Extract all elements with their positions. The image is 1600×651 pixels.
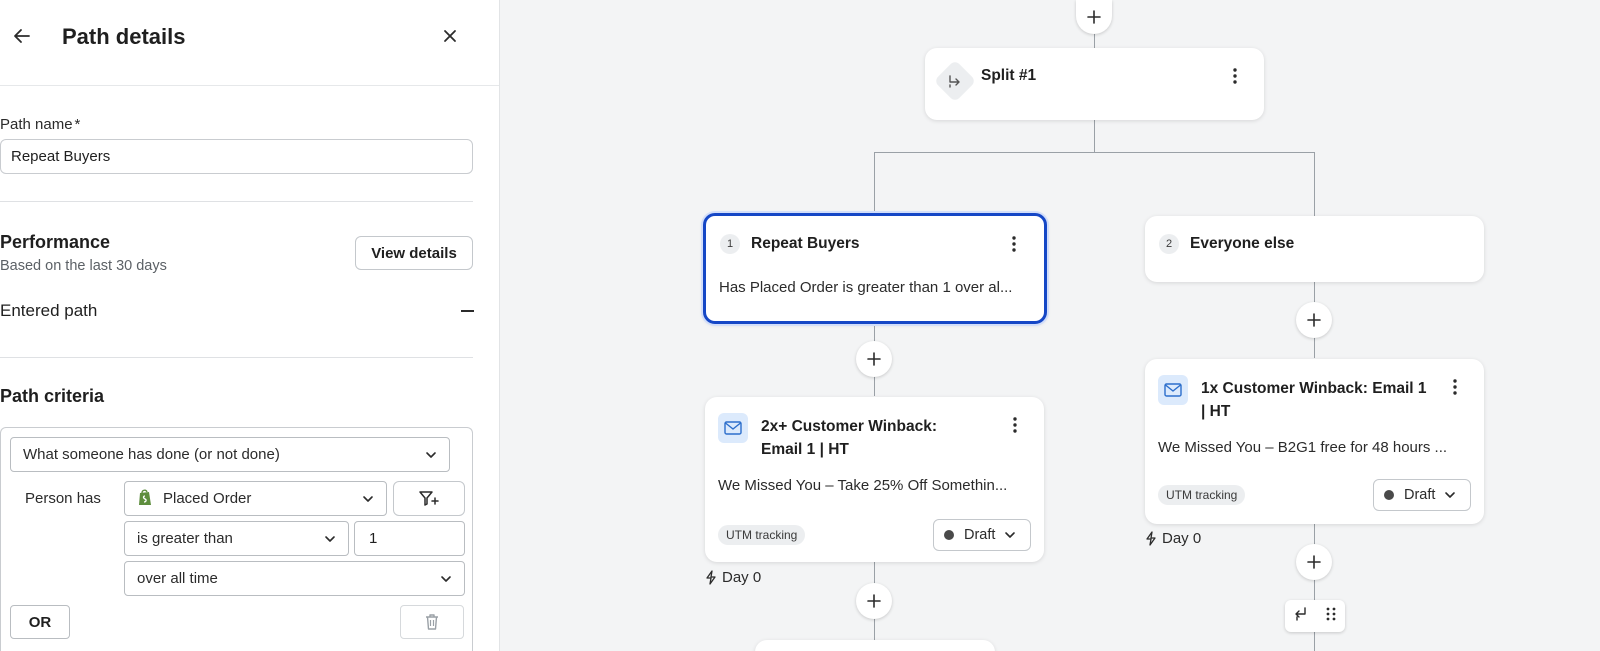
- branch-title: Everyone else: [1190, 235, 1295, 252]
- chevron-down-icon: [441, 575, 451, 582]
- chevron-down-icon: [1005, 532, 1016, 538]
- email-title: 1x Customer Winback: Email 1 | HT: [1201, 377, 1427, 423]
- divider: [0, 357, 473, 358]
- view-details-button[interactable]: View details: [355, 236, 473, 270]
- add-step-button[interactable]: [1296, 544, 1332, 580]
- entered-path-label: Entered path: [0, 301, 98, 320]
- metric-value: Placed Order: [163, 490, 252, 507]
- email-subject: We Missed You – B2G1 free for 48 hours .…: [1158, 439, 1448, 456]
- split-icon: [933, 59, 977, 103]
- required-mark: *: [74, 116, 81, 133]
- connector-line: [1094, 120, 1095, 153]
- plus-icon: [1307, 313, 1321, 327]
- status-dot: [1384, 490, 1394, 500]
- timeframe-value: over all time: [137, 570, 218, 587]
- day-text: Day 0: [722, 569, 762, 586]
- branch-description: Has Placed Order is greater than 1 over …: [719, 279, 1013, 296]
- branch-number-badge: 1: [720, 234, 740, 254]
- branch-icon[interactable]: [1293, 606, 1309, 627]
- plus-icon: [1087, 10, 1101, 24]
- kebab-icon[interactable]: [1004, 232, 1024, 256]
- add-step-button[interactable]: [856, 583, 892, 619]
- delay-day-label: Day 0: [1145, 530, 1201, 547]
- divider: [0, 201, 473, 202]
- status-dropdown[interactable]: Draft: [933, 519, 1031, 551]
- plus-icon: [867, 352, 881, 366]
- add-step-button[interactable]: [1296, 302, 1332, 338]
- drag-handle-icon[interactable]: [1325, 606, 1337, 627]
- status-label: Draft: [1404, 487, 1436, 503]
- chevron-down-icon: [325, 535, 335, 542]
- plus-icon: [867, 594, 881, 608]
- lightning-icon: [706, 570, 716, 585]
- operator-value: is greater than: [137, 530, 233, 547]
- branch-toolbar: [1285, 600, 1345, 632]
- email-title-line: 1x Customer Winback: Email 1: [1201, 380, 1427, 397]
- email-card[interactable]: 1x Customer Winback: Email 1 | HT We Mis…: [1145, 359, 1484, 524]
- lightning-icon: [1146, 531, 1156, 546]
- kebab-icon[interactable]: [1225, 64, 1245, 88]
- connector-line: [874, 152, 1315, 153]
- chevron-down-icon: [1445, 492, 1456, 498]
- add-filter-button[interactable]: [393, 481, 465, 516]
- panel-title: Path details: [62, 24, 186, 49]
- status-label: Draft: [964, 527, 996, 543]
- performance-subtitle: Based on the last 30 days: [0, 258, 167, 274]
- kebab-icon[interactable]: [1445, 375, 1465, 399]
- utm-tracking-tag: UTM tracking: [1158, 485, 1246, 505]
- mail-icon: [718, 413, 748, 443]
- email-title-line: 2x+ Customer Winback:: [761, 418, 938, 435]
- chevron-down-icon: [363, 495, 373, 502]
- path-name-input[interactable]: [0, 139, 473, 174]
- add-step-button[interactable]: [856, 341, 892, 377]
- email-title: 2x+ Customer Winback: Email 1 | HT: [761, 415, 937, 461]
- delete-condition-button[interactable]: [400, 605, 464, 639]
- branch-card-everyone-else[interactable]: 2 Everyone else: [1145, 216, 1484, 282]
- shopify-icon: [137, 488, 153, 510]
- operator-select[interactable]: is greater than: [124, 521, 349, 556]
- day-text: Day 0: [1162, 530, 1202, 547]
- value-input[interactable]: [354, 521, 465, 556]
- utm-tracking-tag: UTM tracking: [718, 525, 806, 545]
- path-details-panel: Path details Path name* Performance Base…: [0, 0, 500, 651]
- email-card[interactable]: 2x+ Customer Winback: Email 1 | HT We Mi…: [705, 397, 1044, 562]
- next-step-card[interactable]: [755, 640, 995, 651]
- or-button[interactable]: OR: [10, 605, 70, 639]
- metric-select[interactable]: Placed Order: [124, 481, 387, 516]
- split-card[interactable]: Split #1: [925, 48, 1264, 120]
- split-title: Split #1: [981, 67, 1037, 84]
- person-has-label: Person has: [25, 490, 101, 507]
- condition-type-value: What someone has done (or not done): [23, 446, 280, 463]
- email-title-line: Email 1 | HT: [761, 441, 849, 458]
- branch-number-badge: 2: [1159, 234, 1179, 254]
- kebab-icon[interactable]: [1005, 413, 1025, 437]
- performance-title: Performance: [0, 232, 111, 252]
- branch-title: Repeat Buyers: [751, 235, 860, 252]
- email-subject: We Missed You – Take 25% Off Somethin...: [718, 477, 1008, 494]
- connector-line: [874, 152, 875, 214]
- condition-type-select[interactable]: What someone has done (or not done): [10, 437, 450, 472]
- path-criteria-title: Path criteria: [0, 386, 105, 406]
- filter-add-icon: [419, 490, 439, 506]
- branch-card-repeat-buyers[interactable]: 1 Repeat Buyers Has Placed Order is grea…: [703, 213, 1047, 324]
- connector-line: [1314, 152, 1315, 216]
- back-arrow-icon[interactable]: [8, 22, 36, 50]
- plus-icon: [1307, 555, 1321, 569]
- delay-day-label: Day 0: [705, 569, 761, 586]
- status-dot: [944, 530, 954, 540]
- close-icon[interactable]: [436, 22, 464, 50]
- email-title-line: | HT: [1201, 403, 1231, 420]
- timeframe-select[interactable]: over all time: [124, 561, 465, 596]
- trash-icon: [426, 614, 438, 630]
- mail-icon: [1158, 375, 1188, 405]
- chevron-down-icon: [426, 451, 436, 458]
- path-name-label: Path name *: [0, 116, 81, 133]
- panel-header: Path details: [0, 0, 499, 86]
- entered-path-value-dash: [461, 310, 474, 312]
- status-dropdown[interactable]: Draft: [1373, 479, 1471, 511]
